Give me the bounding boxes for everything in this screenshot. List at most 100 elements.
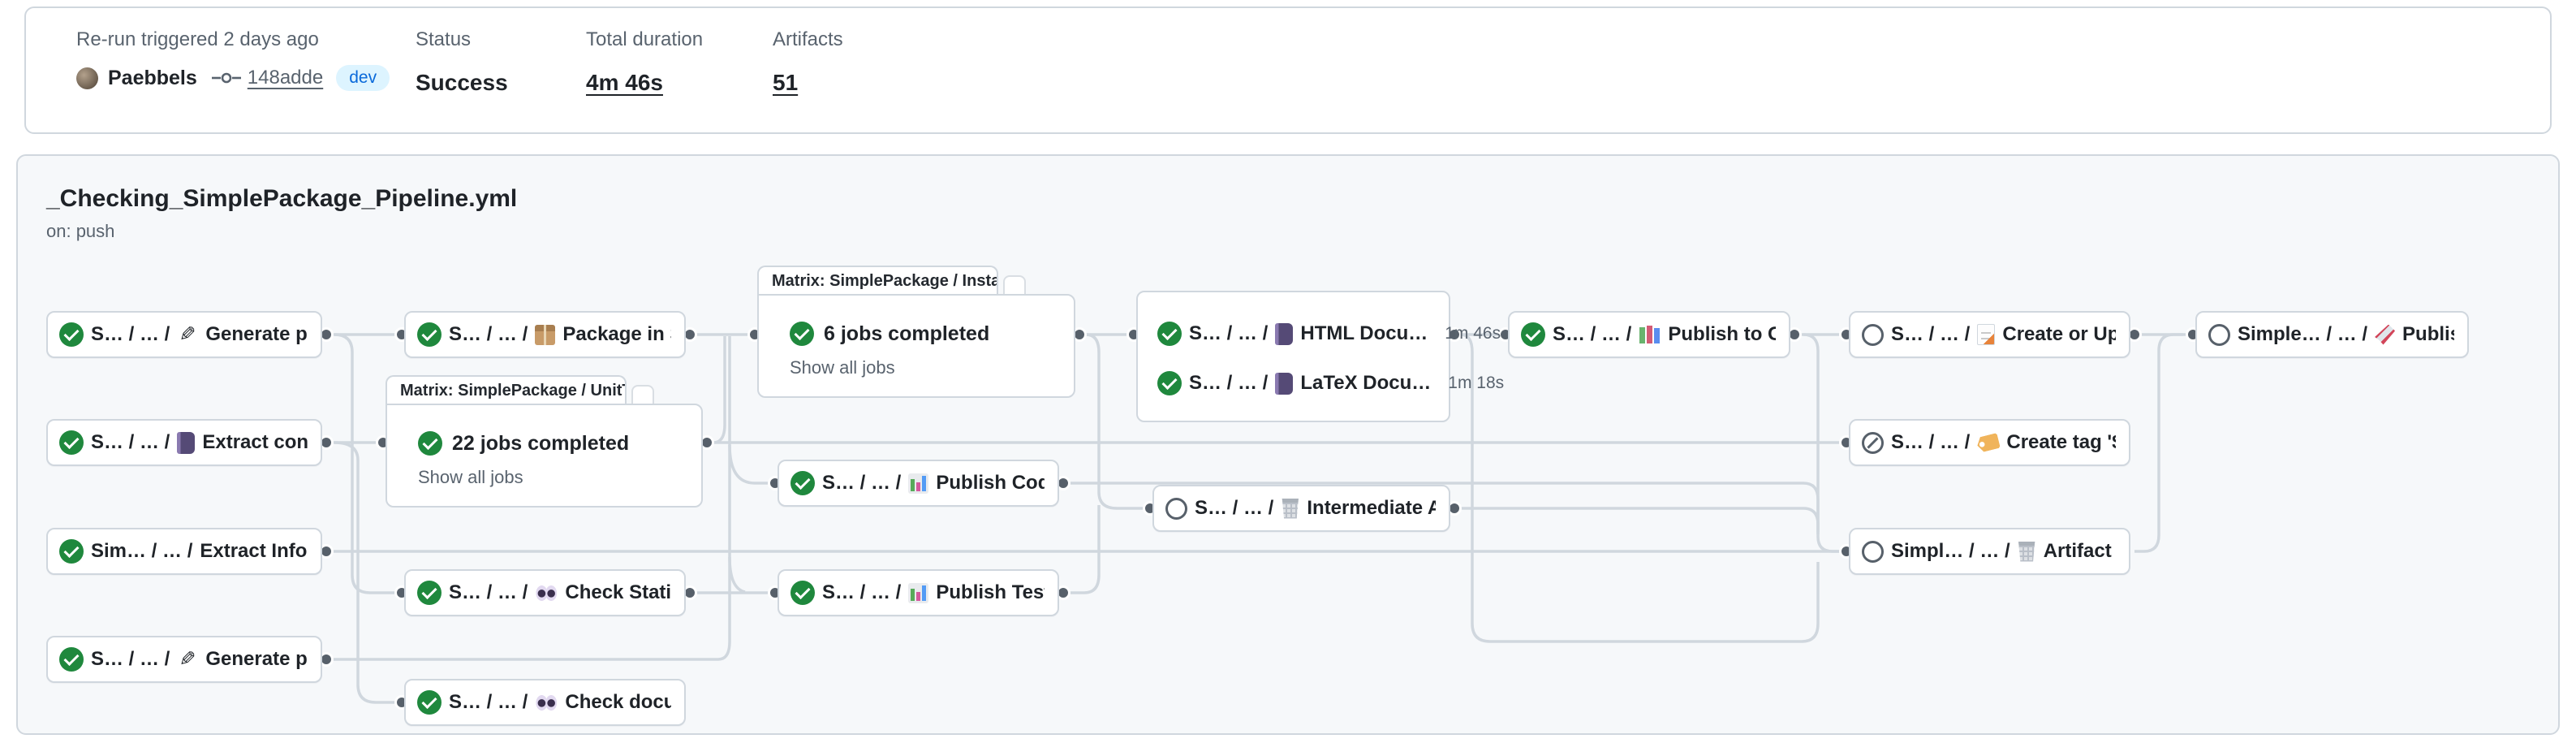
show-all-jobs-link[interactable]: Show all jobs (790, 357, 895, 378)
job-c3b-prefix: S… / … / (822, 581, 901, 604)
job-n4-name: Generate pipelin… (205, 648, 308, 671)
matrix-jobs-summary: 22 jobs completed (418, 431, 629, 456)
matrix-node-m2[interactable]: 6 jobs completedShow all jobs (757, 294, 1075, 398)
artifacts-label: Artifacts (773, 28, 843, 52)
avatar[interactable] (76, 67, 98, 89)
branch-badge[interactable]: dev (336, 65, 390, 91)
success-status-icon (417, 581, 442, 605)
job-label: S… / … /Check docume…11s (417, 690, 671, 715)
eyes-icon (535, 585, 558, 601)
actor-name[interactable]: Paebbels (108, 67, 197, 90)
status-value: Success (416, 70, 508, 96)
job-g1-r0-name: HTML Docu… (1300, 322, 1428, 345)
job-label: Sim… / … /Extract Information4s (59, 539, 308, 564)
matrix-jobs-text: 22 jobs completed (452, 432, 629, 456)
job-label: S… / … /Generate pipelin…4s (59, 647, 308, 672)
job-node-c2a[interactable]: S… / … /Package in Sou…18s (404, 311, 686, 358)
skipped-status-icon (1862, 432, 1884, 454)
matrix-tab-label: Matrix: SimplePackage / Install / … (757, 266, 998, 295)
job-c6b-name: Create tag '${{ in… (2006, 431, 2116, 454)
success-status-icon (59, 647, 84, 672)
job-label: S… / … / Create or Update R… (1862, 323, 2116, 346)
job-c5a-prefix: S… / … / (1553, 323, 1631, 346)
job-c2b-name: Check Static Ty… (565, 581, 671, 604)
success-status-icon (59, 539, 84, 564)
status-block: Status Success (416, 28, 508, 96)
books-icon (1639, 325, 1661, 344)
job-g1-r0-duration: 1m 46s (1435, 324, 1501, 343)
job-label: S… / … /Create tag '${{ in…0s (1862, 431, 2116, 454)
job-label: S… / … /Extract configur…6s (59, 430, 308, 455)
job-g1-r1-name: LaTeX Docu… (1300, 372, 1431, 395)
workflow-trigger: on: push (46, 221, 114, 242)
job-c2c-prefix: S… / … / (449, 691, 528, 714)
artifacts-count[interactable]: 51 (773, 70, 843, 96)
job-node-c2c[interactable]: S… / … /Check docume…11s (404, 679, 686, 726)
job-c6a-name: Create or Update R… (2002, 323, 2116, 346)
memo-icon (1977, 324, 1995, 345)
job-n1-prefix: S… / … / (91, 323, 170, 346)
job-label: S… / … /Package in Sou…18s (417, 322, 671, 347)
duration-block: Total duration 4m 46s (586, 28, 703, 96)
job-n4-prefix: S… / … / (91, 648, 170, 671)
job-c6a-prefix: S… / … / (1891, 323, 1970, 346)
eyes-icon (535, 695, 558, 711)
chart-icon (908, 583, 928, 603)
rocket-icon (2375, 325, 2395, 345)
artifacts-block: Artifacts 51 (773, 28, 843, 96)
job-c3b-name: Publish Test Re… (936, 581, 1045, 604)
job-g1-r0-prefix: S… / … / (1189, 322, 1268, 345)
job-node-c3b[interactable]: S… / … /Publish Test Re…14s (778, 569, 1059, 616)
open-status-icon (1862, 541, 1884, 563)
job-n1-name: Generate pipelin… (205, 323, 308, 346)
rerun-label: Re-run triggered 2 days ago (76, 28, 390, 52)
job-c7a-prefix: Simple… / … / (2238, 323, 2367, 346)
duration-value[interactable]: 4m 46s (586, 70, 703, 96)
job-n3-prefix: Sim… / … / (91, 540, 192, 563)
success-status-icon (418, 431, 442, 456)
job-node-c4a[interactable]: S… / … /Intermediate Artifa… (1152, 485, 1450, 532)
job-node-n2[interactable]: S… / … /Extract configur…6s (46, 419, 322, 466)
job-c6b-prefix: S… / … / (1891, 431, 1970, 454)
success-status-icon (417, 690, 442, 715)
job-node-c6c[interactable]: Simpl… / … / Artifact Cleanup (1849, 528, 2130, 575)
job-node-c2b[interactable]: S… / … /Check Static Ty…14s (404, 569, 686, 616)
matrix-node-m1[interactable]: 22 jobs completed Show all jobs (386, 404, 703, 508)
job-node-c6b[interactable]: S… / … /Create tag '${{ in…0s (1849, 419, 2130, 466)
duration-label: Total duration (586, 28, 703, 52)
job-node-n4[interactable]: S… / … /Generate pipelin…4s (46, 636, 322, 683)
job-c6c-name: Artifact Cleanup (2044, 540, 2116, 563)
job-n2-name: Extract configur… (202, 431, 308, 454)
job-label: Simpl… / … / Artifact Cleanup (1862, 540, 2116, 563)
job-node-c7a[interactable]: Simple… / … / Publish to PyPI (2195, 311, 2469, 358)
job-c6c-prefix: Simpl… / … / (1891, 540, 2010, 563)
job-n2-prefix: S… / … / (91, 431, 170, 454)
job-node-c3a[interactable]: S… / … /Publish Code C…22s (778, 460, 1059, 507)
pencil-icon (177, 649, 198, 670)
job-label: S… / … /Publish to GH-P…7s (1521, 322, 1776, 347)
job-g1-r1-prefix: S… / … / (1189, 372, 1268, 395)
success-status-icon (59, 430, 84, 455)
success-status-icon (1157, 371, 1182, 395)
job-node-n3[interactable]: Sim… / … /Extract Information4s (46, 528, 322, 575)
job-c3a-name: Publish Code C… (936, 472, 1045, 495)
job-c5a-name: Publish to GH-P… (1668, 323, 1776, 346)
job-label: S… / … /Generate pipelin…3s (59, 322, 308, 347)
job-label: S… / … /Check Static Ty…14s (417, 581, 671, 605)
job-node-g1-row0[interactable]: S… / … /HTML Docu…1m 46s (1157, 322, 1436, 346)
open-status-icon (1862, 324, 1884, 346)
chart-icon (908, 473, 928, 494)
job-node-n1[interactable]: S… / … /Generate pipelin…3s (46, 311, 322, 358)
success-status-icon (417, 322, 442, 347)
show-all-jobs-link[interactable]: Show all jobs (418, 467, 523, 488)
run-summary-card: Re-run triggered 2 days ago Paebbels 148… (24, 6, 2552, 134)
success-status-icon (1521, 322, 1545, 347)
job-node-c6a[interactable]: S… / … / Create or Update R… (1849, 311, 2130, 358)
job-label: S… / … /Publish Test Re…14s (790, 581, 1045, 605)
job-c7a-name: Publish to PyPI (2402, 323, 2454, 346)
job-c2c-name: Check docume… (565, 691, 671, 714)
commit-sha-link[interactable]: 148adde (248, 67, 323, 89)
job-node-c5a[interactable]: S… / … /Publish to GH-P…7s (1508, 311, 1790, 358)
job-node-g1-row1[interactable]: S… / … /LaTeX Docu…1m 18s (1157, 371, 1436, 395)
matrix-tab-label: Matrix: SimplePackage / UnitTest… (386, 375, 627, 404)
